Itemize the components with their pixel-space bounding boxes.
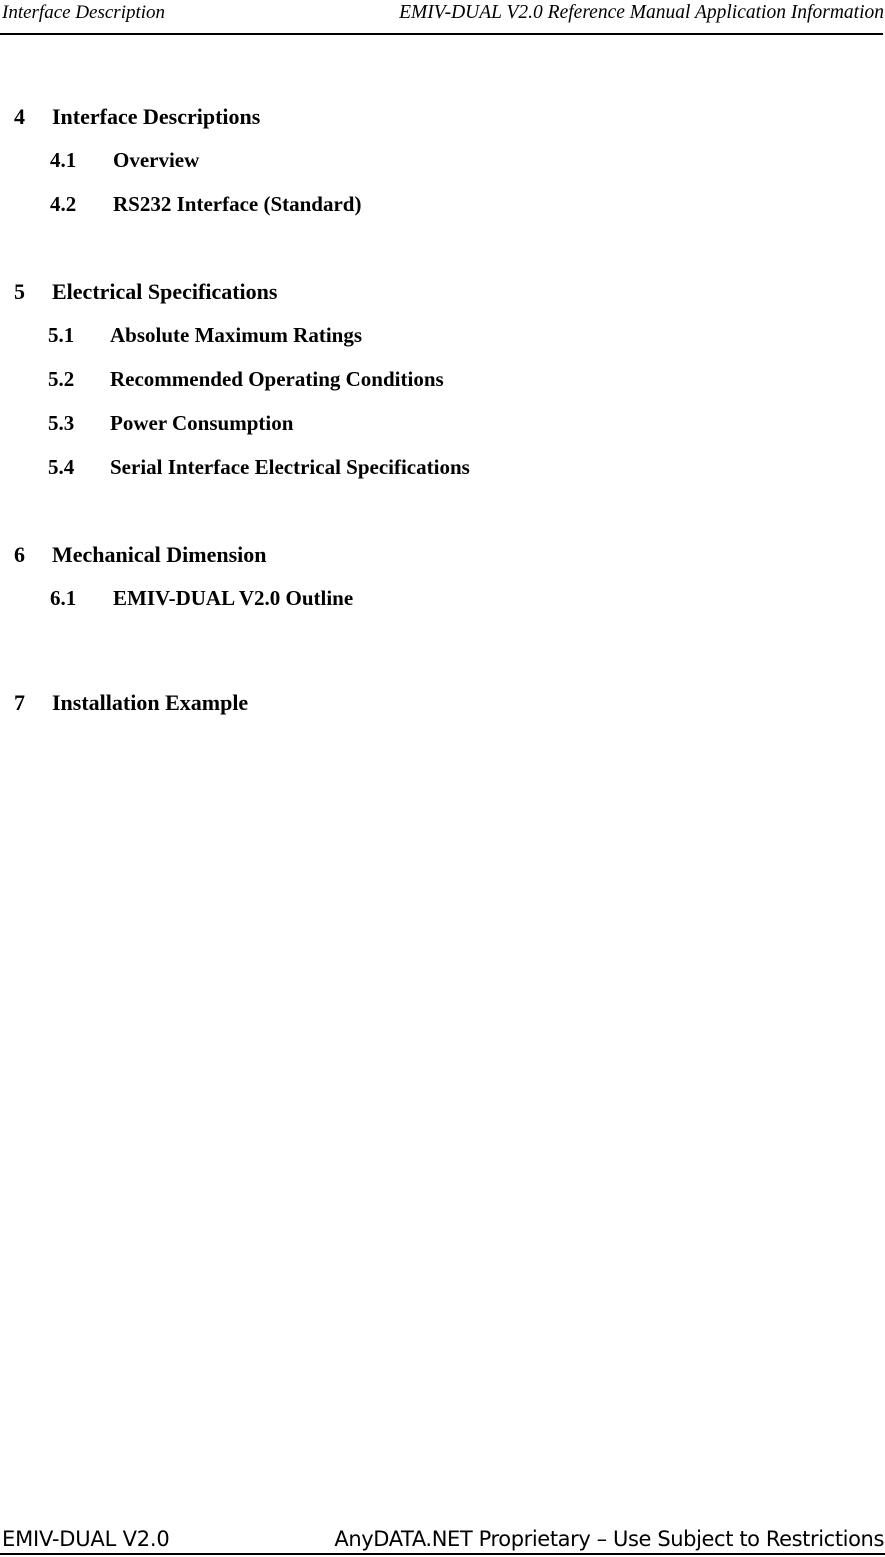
toc-entry-5-3[interactable]: 5.3 Power Consumption <box>0 411 885 455</box>
toc-label: Power Consumption <box>110 411 294 435</box>
toc-section-gap <box>0 630 885 673</box>
page-header: Interface Description EMIV-DUAL V2.0 Ref… <box>0 0 885 35</box>
toc-label: Electrical Specifications <box>52 279 278 304</box>
toc-entry-5-1[interactable]: 5.1 Absolute Maximum Ratings <box>0 323 885 367</box>
toc-label: EMIV-DUAL V2.0 Outline <box>113 586 354 610</box>
table-of-contents: 4 Interface Descriptions 4.1 Overview 4.… <box>0 104 885 734</box>
toc-number: 4.2 <box>50 192 77 216</box>
toc-label: Interface Descriptions <box>52 104 261 129</box>
toc-number: 4 <box>14 104 25 129</box>
toc-label: RS232 Interface (Standard) <box>113 192 362 216</box>
toc-entry-5-2[interactable]: 5.2 Recommended Operating Conditions <box>0 367 885 411</box>
toc-entry-5-4[interactable]: 5.4 Serial Interface Electrical Specific… <box>0 455 885 499</box>
toc-entry-4-2[interactable]: 4.2 RS232 Interface (Standard) <box>0 192 885 236</box>
toc-number: 6.1 <box>50 586 77 610</box>
toc-label: Overview <box>113 148 200 172</box>
toc-number: 5.3 <box>48 411 75 435</box>
toc-entry-4-1[interactable]: 4.1 Overview <box>0 148 885 192</box>
toc-number: 7 <box>14 690 25 715</box>
header-right-text: EMIV-DUAL V2.0 Reference Manual Applicat… <box>399 2 884 23</box>
toc-label: Installation Example <box>52 690 249 715</box>
footer-right-text: AnyDATA.NET Proprietary – Use Subject to… <box>334 1527 884 1551</box>
toc-section-gap <box>0 673 885 690</box>
page-footer: EMIV-DUAL V2.0 AnyDATA.NET Proprietary –… <box>0 1509 885 1557</box>
toc-label: Absolute Maximum Ratings <box>110 323 363 347</box>
toc-number: 4.1 <box>50 148 77 172</box>
toc-number: 5.1 <box>48 323 75 347</box>
toc-number: 5.4 <box>48 455 75 479</box>
toc-entry-6[interactable]: 6 Mechanical Dimension <box>0 542 885 586</box>
document-page: Interface Description EMIV-DUAL V2.0 Ref… <box>0 0 885 1557</box>
toc-number: 5 <box>14 279 25 304</box>
toc-entry-5[interactable]: 5 Electrical Specifications <box>0 279 885 323</box>
toc-entry-4[interactable]: 4 Interface Descriptions <box>0 104 885 148</box>
toc-entry-6-1[interactable]: 6.1 EMIV-DUAL V2.0 Outline <box>0 586 885 630</box>
toc-number: 5.2 <box>48 367 75 391</box>
footer-divider-rule <box>0 1553 885 1555</box>
toc-label: Serial Interface Electrical Specificatio… <box>110 455 470 479</box>
toc-section-gap <box>0 236 885 279</box>
toc-section-gap <box>0 499 885 542</box>
toc-label: Recommended Operating Conditions <box>110 367 444 391</box>
toc-number: 6 <box>14 542 25 567</box>
footer-left-text: EMIV-DUAL V2.0 <box>2 1527 170 1551</box>
header-left-text: Interface Description <box>2 2 166 23</box>
header-divider-rule <box>0 33 883 35</box>
toc-entry-7[interactable]: 7 Installation Example <box>0 690 885 734</box>
toc-label: Mechanical Dimension <box>52 542 267 567</box>
